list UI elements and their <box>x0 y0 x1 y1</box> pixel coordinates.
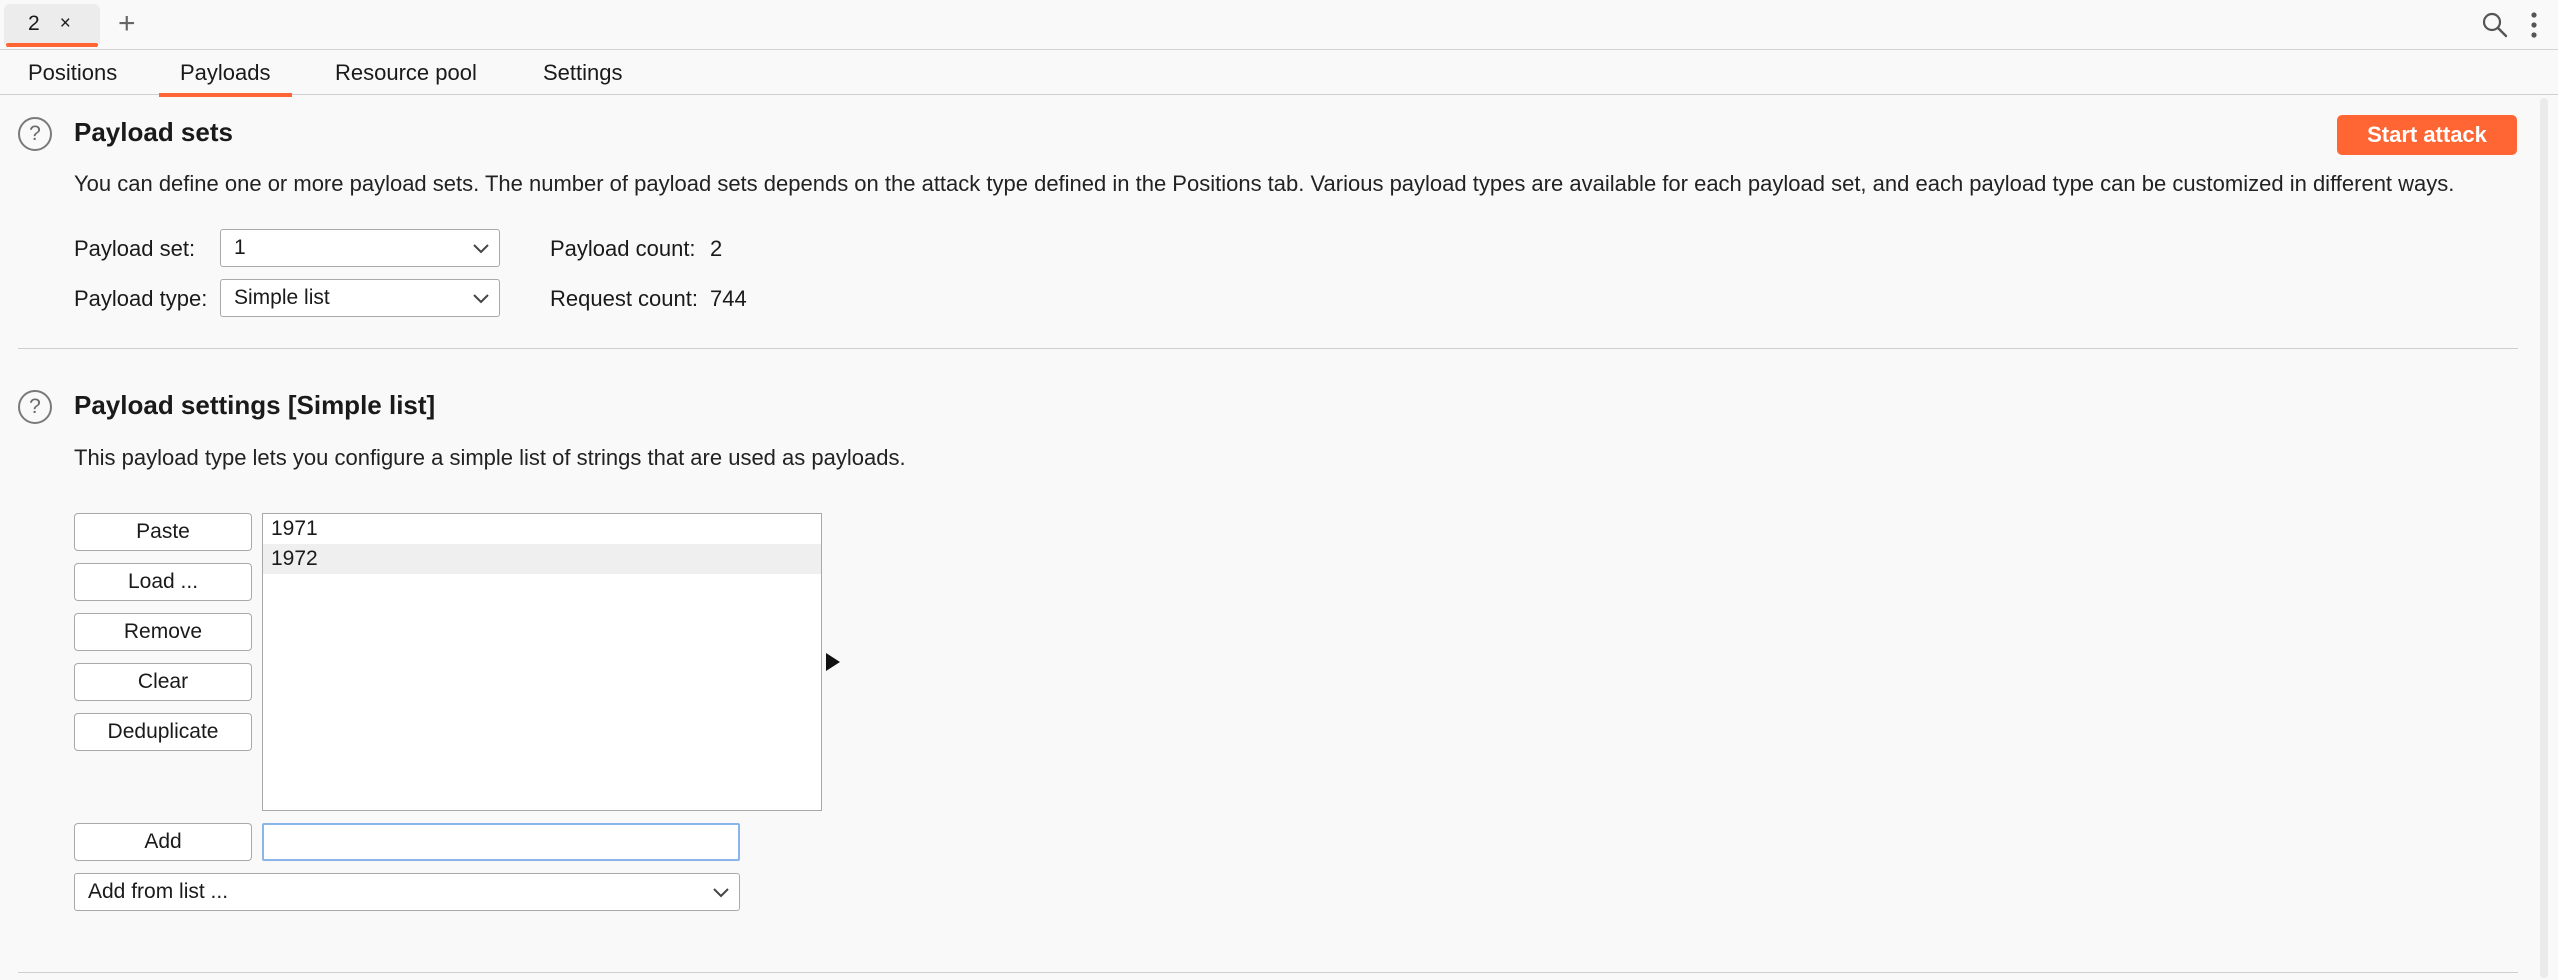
remove-button[interactable]: Remove <box>74 613 252 651</box>
close-icon[interactable]: × <box>60 13 71 35</box>
chevron-down-icon <box>473 294 489 304</box>
add-from-list-select[interactable]: Add from list ... <box>74 873 740 911</box>
section-divider <box>18 348 2518 349</box>
paste-button[interactable]: Paste <box>74 513 252 551</box>
tab-label: 2 <box>28 12 40 35</box>
tab-active-indicator <box>6 43 98 47</box>
payload-count-label: Payload count: <box>550 236 696 261</box>
tab-settings[interactable]: Settings <box>543 51 623 95</box>
deduplicate-button[interactable]: Deduplicate <box>74 713 252 751</box>
start-attack-button[interactable]: Start attack <box>2337 115 2517 155</box>
add-button[interactable]: Add <box>74 823 252 861</box>
add-from-list-label: Add from list ... <box>88 880 229 903</box>
add-payload-input[interactable] <box>262 823 740 861</box>
payload-type-select[interactable]: Simple list <box>220 279 500 317</box>
payload-type-label: Payload type: <box>74 286 208 311</box>
sub-tab-bar: Positions Payloads Resource pool Setting… <box>0 51 2558 97</box>
search-icon[interactable] <box>2480 10 2510 40</box>
payload-set-select[interactable]: 1 <box>220 229 500 267</box>
payload-settings-description: This payload type lets you configure a s… <box>74 445 906 470</box>
payload-type-value: Simple list <box>234 286 330 309</box>
clear-button[interactable]: Clear <box>74 663 252 701</box>
tab-2[interactable]: 2 × <box>4 4 100 47</box>
add-tab-icon[interactable]: + <box>118 7 136 41</box>
payload-set-label: Payload set: <box>74 236 196 261</box>
payload-list[interactable]: 1971 1972 <box>262 513 822 811</box>
top-tab-strip: 2 × + <box>0 0 2558 50</box>
payload-sets-description: You can define one or more payload sets.… <box>74 171 2455 196</box>
request-count-label: Request count: <box>550 286 698 311</box>
section-divider <box>18 972 2518 973</box>
chevron-down-icon <box>473 244 489 254</box>
tab-positions[interactable]: Positions <box>28 51 117 95</box>
play-arrow-icon[interactable] <box>824 651 842 673</box>
help-icon[interactable]: ? <box>18 117 52 151</box>
tab-resource-pool[interactable]: Resource pool <box>335 51 477 95</box>
payload-set-value: 1 <box>234 236 246 259</box>
vertical-scrollbar[interactable] <box>2540 98 2548 978</box>
help-icon[interactable]: ? <box>18 390 52 424</box>
list-item[interactable]: 1972 <box>263 544 821 574</box>
kebab-menu-icon[interactable] <box>2529 10 2539 40</box>
payload-sets-title: Payload sets <box>74 117 233 147</box>
load-button[interactable]: Load ... <box>74 563 252 601</box>
tab-payloads[interactable]: Payloads <box>159 51 291 97</box>
payload-count-value: 2 <box>710 236 723 261</box>
request-count-value: 744 <box>710 286 747 311</box>
chevron-down-icon <box>713 888 729 898</box>
list-item[interactable]: 1971 <box>263 514 821 544</box>
payload-settings-title: Payload settings [Simple list] <box>74 390 436 420</box>
